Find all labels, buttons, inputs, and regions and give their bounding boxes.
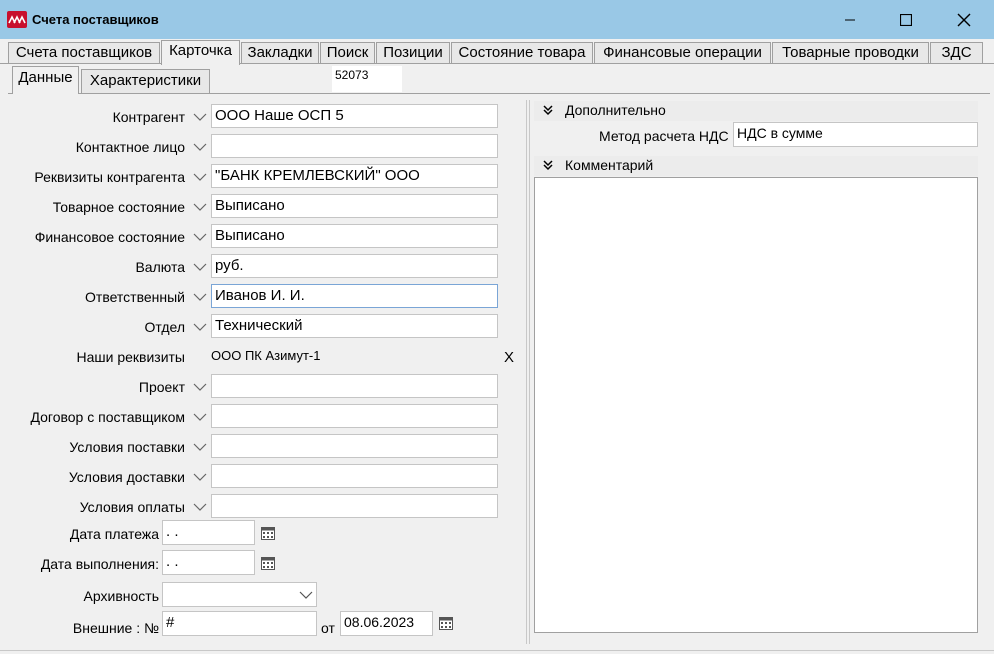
responsible-field[interactable]: Иванов И. И.	[211, 284, 498, 308]
delivery-terms-field[interactable]	[211, 464, 498, 488]
calendar-icon[interactable]	[261, 526, 275, 540]
label-supply-terms: Условия поставки	[69, 439, 185, 455]
subtab-data[interactable]: Данные	[12, 66, 79, 94]
chevron-down-icon[interactable]	[191, 227, 209, 247]
comment-section-title: Комментарий	[565, 157, 654, 173]
done-date-field[interactable]: . .	[162, 550, 255, 575]
app-logo-icon	[7, 11, 27, 28]
label-department: Отдел	[144, 319, 186, 335]
close-icon	[957, 13, 971, 26]
tab-search[interactable]: Поиск	[320, 42, 375, 64]
label-contact: Контактное лицо	[75, 139, 185, 155]
label-requisites: Реквизиты контрагента	[34, 169, 185, 185]
department-field[interactable]: Технический	[211, 314, 498, 338]
minimize-button[interactable]	[821, 0, 879, 39]
contract-field[interactable]	[211, 404, 498, 428]
payment-terms-field[interactable]	[211, 494, 498, 518]
chevron-down-icon[interactable]	[191, 317, 209, 337]
tab-goods-postings[interactable]: Товарные проводки	[772, 42, 929, 64]
calendar-icon[interactable]	[261, 556, 275, 570]
chevron-down-icon[interactable]	[191, 107, 209, 127]
chevron-down-icon[interactable]	[191, 197, 209, 217]
external-number-field[interactable]: #	[162, 611, 317, 636]
panel-splitter[interactable]	[526, 100, 530, 644]
chevron-down-icon[interactable]	[191, 437, 209, 457]
label-done-date: Дата выполнения:	[40, 556, 159, 572]
main-tabs: Счета поставщиков Карточка Закладки Поис…	[0, 40, 994, 65]
vat-method-field[interactable]: НДС в сумме	[733, 122, 978, 147]
label-responsible: Ответственный	[85, 289, 185, 305]
maximize-icon	[900, 13, 912, 26]
tab-zds[interactable]: ЗДС	[930, 42, 983, 64]
label-contract: Договор с поставщиком	[30, 409, 185, 425]
subtab-characteristics[interactable]: Характеристики	[81, 69, 210, 93]
currency-field[interactable]: руб.	[211, 254, 498, 278]
label-project: Проект	[138, 379, 185, 395]
chevron-down-icon[interactable]	[191, 287, 209, 307]
chevron-down-icon[interactable]	[191, 497, 209, 517]
chevron-down-icon[interactable]	[297, 585, 315, 605]
subtabs-divider	[8, 93, 990, 94]
fin-state-field[interactable]: Выписано	[211, 224, 498, 248]
supply-terms-field[interactable]	[211, 434, 498, 458]
chevron-down-icon[interactable]	[191, 407, 209, 427]
our-requisites-value: ООО ПК Азимут-1	[211, 348, 321, 363]
clear-our-requisites-button[interactable]: X	[504, 349, 514, 366]
comment-section-header[interactable]: Комментарий	[534, 156, 978, 176]
label-currency: Валюта	[135, 259, 185, 275]
kontragent-field[interactable]: ООО Наше ОСП 5	[211, 104, 498, 128]
label-payment-terms: Условия оплаты	[79, 499, 185, 515]
double-chevron-icon	[543, 160, 553, 171]
tab-card[interactable]: Карточка	[161, 40, 240, 65]
tab-goods-state[interactable]: Состояние товара	[451, 42, 593, 64]
contact-field[interactable]	[211, 134, 498, 158]
label-our-requisites: Наши реквизиты	[76, 349, 185, 365]
label-from: от	[321, 620, 335, 636]
tab-positions[interactable]: Позиции	[376, 42, 450, 64]
label-delivery-terms: Условия доставки	[68, 469, 185, 485]
tab-financial-operations[interactable]: Финансовые операции	[594, 42, 771, 64]
pay-date-field[interactable]: . .	[162, 520, 255, 545]
label-external: Внешние : №	[72, 620, 159, 636]
label-pay-date: Дата платежа	[69, 526, 159, 542]
chevron-down-icon[interactable]	[191, 137, 209, 157]
double-chevron-icon	[543, 105, 553, 116]
external-date-field[interactable]: 08.06.2023	[340, 611, 433, 636]
record-code: 52073	[332, 66, 402, 92]
archive-select[interactable]	[162, 582, 317, 607]
title-bar: Счета поставщиков	[0, 0, 994, 39]
goods-state-field[interactable]: Выписано	[211, 194, 498, 218]
chevron-down-icon[interactable]	[191, 377, 209, 397]
close-button[interactable]	[935, 0, 993, 39]
requisites-field[interactable]: "БАНК КРЕМЛЕВСКИЙ" ООО	[211, 164, 498, 188]
tab-bookmarks[interactable]: Закладки	[241, 42, 319, 64]
chevron-down-icon[interactable]	[191, 467, 209, 487]
label-vat-method: Метод расчета НДС	[599, 128, 729, 144]
calendar-icon[interactable]	[439, 616, 453, 630]
tabs-divider	[0, 63, 994, 64]
additional-section-header[interactable]: Дополнительно	[534, 101, 978, 121]
window-bottom-border	[0, 650, 994, 651]
tab-supplier-invoices[interactable]: Счета поставщиков	[8, 42, 160, 64]
window-title: Счета поставщиков	[32, 12, 159, 27]
label-goods-state: Товарное состояние	[52, 199, 185, 215]
comment-textarea[interactable]	[534, 177, 978, 633]
label-kontragent: Контрагент	[112, 109, 185, 125]
label-archive: Архивность	[83, 588, 159, 604]
project-field[interactable]	[211, 374, 498, 398]
chevron-down-icon[interactable]	[191, 167, 209, 187]
chevron-down-icon[interactable]	[191, 257, 209, 277]
minimize-icon	[845, 19, 855, 20]
label-fin-state: Финансовое состояние	[34, 229, 185, 245]
additional-section-title: Дополнительно	[565, 102, 666, 118]
maximize-button[interactable]	[877, 0, 935, 39]
